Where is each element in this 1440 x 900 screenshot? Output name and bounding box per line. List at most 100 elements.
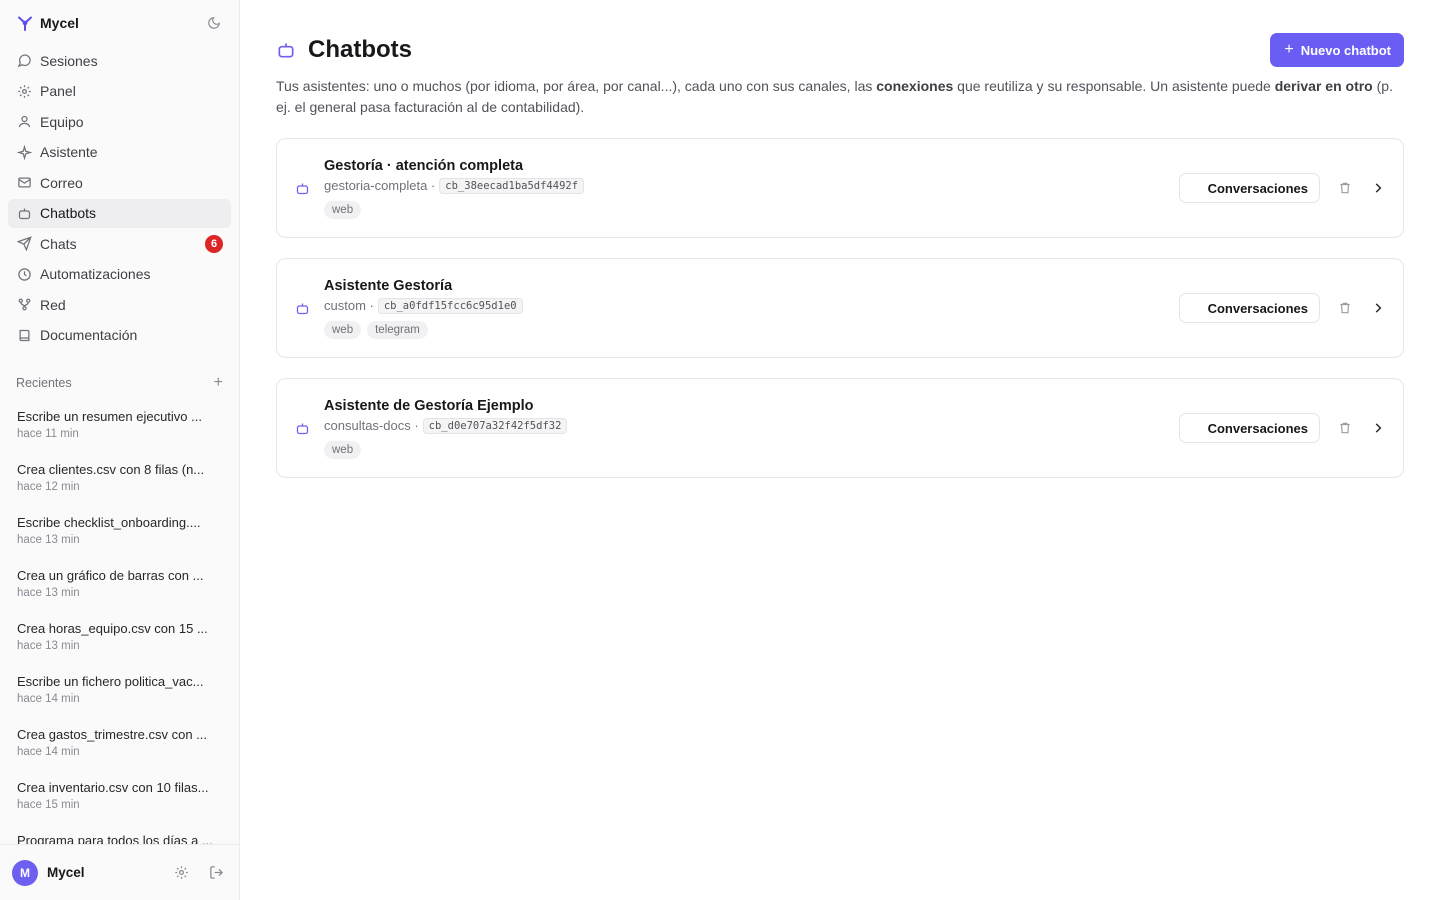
recent-session-time: hace 13 min xyxy=(17,534,80,546)
recent-session-item[interactable]: Crea clientes.csv con 8 filas (n... hace… xyxy=(9,456,231,509)
network-icon xyxy=(16,297,32,313)
main-content: Chatbots + Nuevo chatbot Tus asistentes:… xyxy=(240,0,1440,900)
chatbot-name: Asistente Gestoría xyxy=(324,277,453,294)
recent-session-item[interactable]: Crea gastos_trimestre.csv con ... hace 1… xyxy=(9,721,231,774)
nav-item-red[interactable]: Red xyxy=(8,290,231,319)
channel-tags: web xyxy=(324,200,1179,219)
plus-icon[interactable]: + xyxy=(214,375,223,391)
nav-label: Chats xyxy=(40,235,77,252)
bot-icon xyxy=(295,300,311,316)
new-chatbot-button[interactable]: + Nuevo chatbot xyxy=(1270,33,1404,67)
chatbot-info: Asistente Gestoría custom · cb_a0fdf15fc… xyxy=(324,278,1179,339)
bot-icon xyxy=(276,39,298,61)
nav-label: Documentación xyxy=(40,327,138,343)
user-icon xyxy=(16,114,32,130)
recent-session-time: hace 14 min xyxy=(17,746,80,758)
recent-session-item[interactable]: Crea un gráfico de barras con ... hace 1… xyxy=(9,562,231,615)
recent-list: Escribe un resumen ejecutivo ... hace 11… xyxy=(0,403,239,844)
send-icon xyxy=(16,236,32,252)
chatbot-slug: consultas-docs · xyxy=(324,418,419,433)
conversations-button[interactable]: Conversaciones xyxy=(1178,413,1320,443)
channel-tag: web xyxy=(324,200,362,219)
nav-item-sesiones[interactable]: Sesiones xyxy=(8,46,231,75)
chevron-right-icon[interactable] xyxy=(1367,417,1389,439)
recent-header: Recientes + xyxy=(0,373,239,393)
nav-item-correo[interactable]: Correo xyxy=(8,168,231,197)
chatbot-card[interactable]: Asistente de Gestoría Ejemplo consultas-… xyxy=(276,378,1404,478)
recent-session-title: Crea inventario.csv con 10 filas... xyxy=(17,780,209,795)
recent-session-item[interactable]: Crea inventario.csv con 10 filas... hace… xyxy=(9,774,231,827)
recent-session-time: hace 12 min xyxy=(17,481,80,493)
chatbot-meta: consultas-docs · cb_d0e707a32f42f5df32 xyxy=(324,417,1179,434)
nav-item-documentacion[interactable]: Documentación xyxy=(8,321,231,350)
bot-icon xyxy=(295,420,311,436)
chatbot-info: Asistente de Gestoría Ejemplo consultas-… xyxy=(324,398,1179,459)
mycel-logo-icon xyxy=(16,14,34,32)
nav-label: Sesiones xyxy=(40,52,98,69)
chatbot-card[interactable]: Gestoría · atención completa gestoria-co… xyxy=(276,138,1404,238)
desc-bold: conexiones xyxy=(876,78,954,94)
trash-icon[interactable] xyxy=(1334,297,1356,319)
chatbot-meta: gestoria-completa · cb_38eecad1ba5df4492… xyxy=(324,177,1179,194)
trash-icon[interactable] xyxy=(1334,177,1356,199)
gear-icon xyxy=(16,83,32,99)
chatbot-name: Asistente de Gestoría Ejemplo xyxy=(324,397,534,414)
recent-session-title: Crea gastos_trimestre.csv con ... xyxy=(17,727,208,742)
nav-item-chats[interactable]: Chats 6 xyxy=(8,229,231,258)
chatbot-name: Gestoría · atención completa xyxy=(324,157,524,174)
nav-item-equipo[interactable]: Equipo xyxy=(8,107,231,136)
nav-label: Chatbots xyxy=(40,205,97,221)
clock-icon xyxy=(16,266,32,282)
chatbot-info: Gestoría · atención completa gestoria-co… xyxy=(324,158,1179,219)
sparkle-icon xyxy=(16,144,32,160)
nav-label: Panel xyxy=(40,83,76,99)
recent-session-item[interactable]: Escribe un fichero politica_vac... hace … xyxy=(9,668,231,721)
chatbot-card[interactable]: Asistente Gestoría custom · cb_a0fdf15fc… xyxy=(276,258,1404,358)
brand: Mycel xyxy=(0,0,239,46)
chatbot-id: cb_d0e707a32f42f5df32 xyxy=(422,417,568,434)
user-name: Mycel xyxy=(47,865,85,880)
page-title: Chatbots xyxy=(308,36,412,63)
new-chatbot-label: Nuevo chatbot xyxy=(1300,42,1391,58)
unread-badge: 6 xyxy=(205,234,223,253)
recent-session-item[interactable]: Escribe un resumen ejecutivo ... hace 11… xyxy=(9,403,231,456)
main-nav: Sesiones Panel Equipo Asistente Correo C… xyxy=(0,46,239,351)
sidebar-footer: M Mycel xyxy=(0,844,239,900)
recent-session-title: Escribe un fichero politica_vac... xyxy=(17,674,204,689)
recent-session-item[interactable]: Crea horas_equipo.csv con 15 ... hace 13… xyxy=(9,615,231,668)
nav-item-panel[interactable]: Panel xyxy=(8,77,231,106)
recent-session-title: Crea un gráfico de barras con ... xyxy=(17,568,204,583)
conversations-button[interactable]: Conversaciones xyxy=(1178,293,1320,323)
brand-name: Mycel xyxy=(40,15,79,31)
recent-session-item[interactable]: Escribe checklist_onboarding.... hace 13… xyxy=(9,509,231,562)
channel-tag: telegram xyxy=(367,320,428,339)
nav-item-automatizaciones[interactable]: Automatizaciones xyxy=(8,260,231,289)
nav-item-asistente[interactable]: Asistente xyxy=(8,138,231,167)
recent-session-time: hace 14 min xyxy=(17,693,80,705)
moon-icon[interactable] xyxy=(203,12,225,34)
chat-bubble-icon xyxy=(16,53,32,69)
recent-session-item[interactable]: Programa para todos los días a ... xyxy=(9,827,231,844)
settings-gear-icon[interactable] xyxy=(170,862,192,884)
chatbot-id: cb_38eecad1ba5df4492f xyxy=(439,177,585,194)
nav-item-chatbots[interactable]: Chatbots xyxy=(8,198,231,228)
nav-label: Automatizaciones xyxy=(40,266,151,282)
chevron-right-icon[interactable] xyxy=(1367,177,1389,199)
chatbot-slug: gestoria-completa · xyxy=(324,178,436,193)
avatar[interactable]: M xyxy=(12,859,38,886)
recent-session-time: hace 13 min xyxy=(17,587,80,599)
recent-session-time: hace 15 min xyxy=(17,799,80,811)
chatbot-meta: custom · cb_a0fdf15fcc6c95d1e0 xyxy=(324,297,1179,314)
channel-tags: web xyxy=(324,440,1179,459)
chatbot-slug: custom · xyxy=(324,298,374,313)
chevron-right-icon[interactable] xyxy=(1367,297,1389,319)
bot-icon xyxy=(295,180,311,196)
page-header: Chatbots + Nuevo chatbot xyxy=(276,25,1404,75)
book-icon xyxy=(16,327,32,343)
chatbot-list: Gestoría · atención completa gestoria-co… xyxy=(276,138,1404,478)
conversations-button[interactable]: Conversaciones xyxy=(1178,173,1320,203)
recent-session-time: hace 13 min xyxy=(17,640,80,652)
desc-text: Tus asistentes: uno o muchos (por idioma… xyxy=(276,78,877,94)
trash-icon[interactable] xyxy=(1334,417,1356,439)
logout-icon[interactable] xyxy=(205,862,227,884)
